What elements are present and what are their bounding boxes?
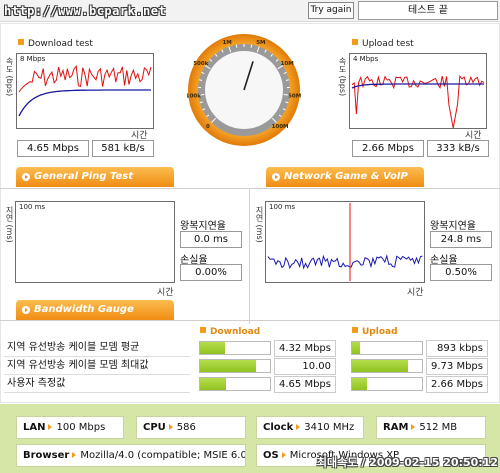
game-graph: 100 ms (265, 201, 425, 283)
upload-bar (351, 377, 423, 391)
gauge-tick (285, 79, 289, 81)
upload-bar (351, 341, 423, 355)
bandwidth-row-label: 지역 유선방송 케이블 모뎀 최대값 (4, 358, 190, 375)
upload-y-label: 속도 (bps) (338, 57, 347, 97)
upload-chart (351, 74, 485, 128)
download-speed-line (18, 64, 152, 93)
download-bar (199, 377, 271, 391)
gauge-tick-label: 100M (272, 124, 289, 130)
download-average-line (18, 89, 151, 117)
ping-rtt-label: 왕복지연율 (180, 221, 226, 232)
download-speed-kbs: 581 kB/s (92, 140, 154, 157)
arrow-icon (22, 306, 30, 314)
game-ping-line (267, 254, 423, 270)
arrow-icon (281, 452, 286, 458)
download-speed-mbps: 4.65 Mbps (17, 140, 89, 157)
game-x-label: 시간 (407, 288, 424, 298)
bullet-icon (352, 39, 358, 45)
download-value: 4.65 Mbps (274, 376, 336, 393)
arrow-icon (296, 424, 301, 430)
status-text: 테스트 끝 (358, 1, 498, 20)
game-rtt-label: 왕복지연율 (430, 221, 476, 232)
ping-loss-value: 0.00% (180, 264, 242, 281)
tab-bandwidth-gauge[interactable]: Bandwidth Gauge (16, 300, 174, 320)
bullet-icon (200, 327, 206, 333)
upload-value: 893 kbps (426, 340, 488, 357)
ram-info: RAM 512 MB (376, 416, 486, 439)
gauge-tick-label: 100k (187, 94, 201, 100)
cpu-info: CPU 586 (136, 416, 246, 439)
download-bar-fill (200, 342, 225, 354)
download-bar (199, 341, 271, 355)
ping-x-label: 시간 (157, 288, 174, 298)
ping-graph: 100 ms (15, 201, 175, 283)
gauge-tick (235, 44, 238, 48)
bandwidth-download-header: Download (200, 327, 260, 337)
divider (0, 188, 500, 189)
download-bar-fill (200, 360, 256, 372)
arrow-icon (168, 424, 173, 430)
download-value: 10.00 Mbps (274, 358, 336, 387)
arrow-icon (48, 424, 53, 430)
arrow-icon (22, 173, 30, 181)
watermark-text: 최대속도 / 2009-02-15 20:50:12 (316, 456, 498, 469)
download-bar (199, 359, 271, 373)
ping-y-label: 지연 (ms) (5, 206, 14, 243)
gauge-tick-label: 1M (222, 40, 231, 46)
try-again-button[interactable]: Try again (308, 2, 354, 19)
bandwidth-row-label: 지역 유선방송 케이블 모뎀 평균 (4, 340, 190, 357)
arrow-icon (411, 424, 416, 430)
download-value: 4.32 Mbps (274, 340, 336, 357)
arrow-icon (72, 452, 77, 458)
upload-graph: 4 Mbps (349, 53, 487, 129)
gauge-tick-label: 10M (281, 61, 294, 67)
tab-general-ping-test[interactable]: General Ping Test (16, 167, 174, 187)
game-loss-value: 0.50% (430, 264, 492, 281)
gauge-tick-label: 50M (288, 94, 301, 100)
divider (0, 320, 500, 321)
download-bar-fill (200, 378, 226, 390)
download-chart (18, 64, 152, 117)
gauge-tick-label: 500k (193, 61, 208, 67)
divider (249, 188, 250, 324)
gauge-tick (250, 44, 253, 48)
gauge-tick (199, 79, 203, 81)
browser-info: Browser Mozilla/4.0 (compatible; MSIE 6.0 (16, 444, 246, 467)
download-title: Download test (18, 39, 93, 49)
upload-title: Upload test (352, 39, 414, 49)
game-rtt-value: 24.8 ms (430, 231, 492, 248)
upload-bar-fill (352, 342, 361, 354)
upload-value: 2.66 Mbps (426, 376, 488, 393)
upload-value: 9.73 Mbps (426, 358, 488, 375)
site-url: http://www.bcpark.net (4, 4, 167, 18)
bullet-icon (352, 327, 358, 333)
arrow-icon (272, 173, 280, 181)
bullet-icon (18, 39, 24, 45)
upload-speed-mbps: 2.66 Mbps (352, 140, 424, 157)
ping-scale-label: 100 ms (19, 203, 46, 211)
gauge-tick-label: 0 (206, 124, 210, 130)
ping-rtt-value: 0.0 ms (180, 231, 242, 248)
download-graph: 8 Mbps (16, 53, 154, 129)
upload-bar-fill (352, 378, 368, 390)
upload-bar (351, 359, 423, 373)
download-y-label: 속도 (bps) (5, 57, 14, 97)
bandwidth-row-label: 사용자 측정값 (4, 376, 190, 393)
upload-speed-kbs: 333 kB/s (427, 140, 489, 157)
game-chart (267, 203, 423, 281)
clock-info: Clock 3410 MHz (256, 416, 364, 439)
upload-bar-fill (352, 360, 408, 372)
bandwidth-upload-header: Upload (352, 327, 398, 337)
game-y-label: 지연 (ms) (255, 206, 264, 243)
tab-network-game-voip-test[interactable]: Network Game & VoIP Test (266, 167, 424, 202)
speed-gauge: 0 100k 500k 1M 5M 10M 50M 100M (187, 34, 301, 146)
gauge-tick-label: 5M (256, 40, 265, 46)
lan-info: LAN 100 Mbps (16, 416, 124, 439)
